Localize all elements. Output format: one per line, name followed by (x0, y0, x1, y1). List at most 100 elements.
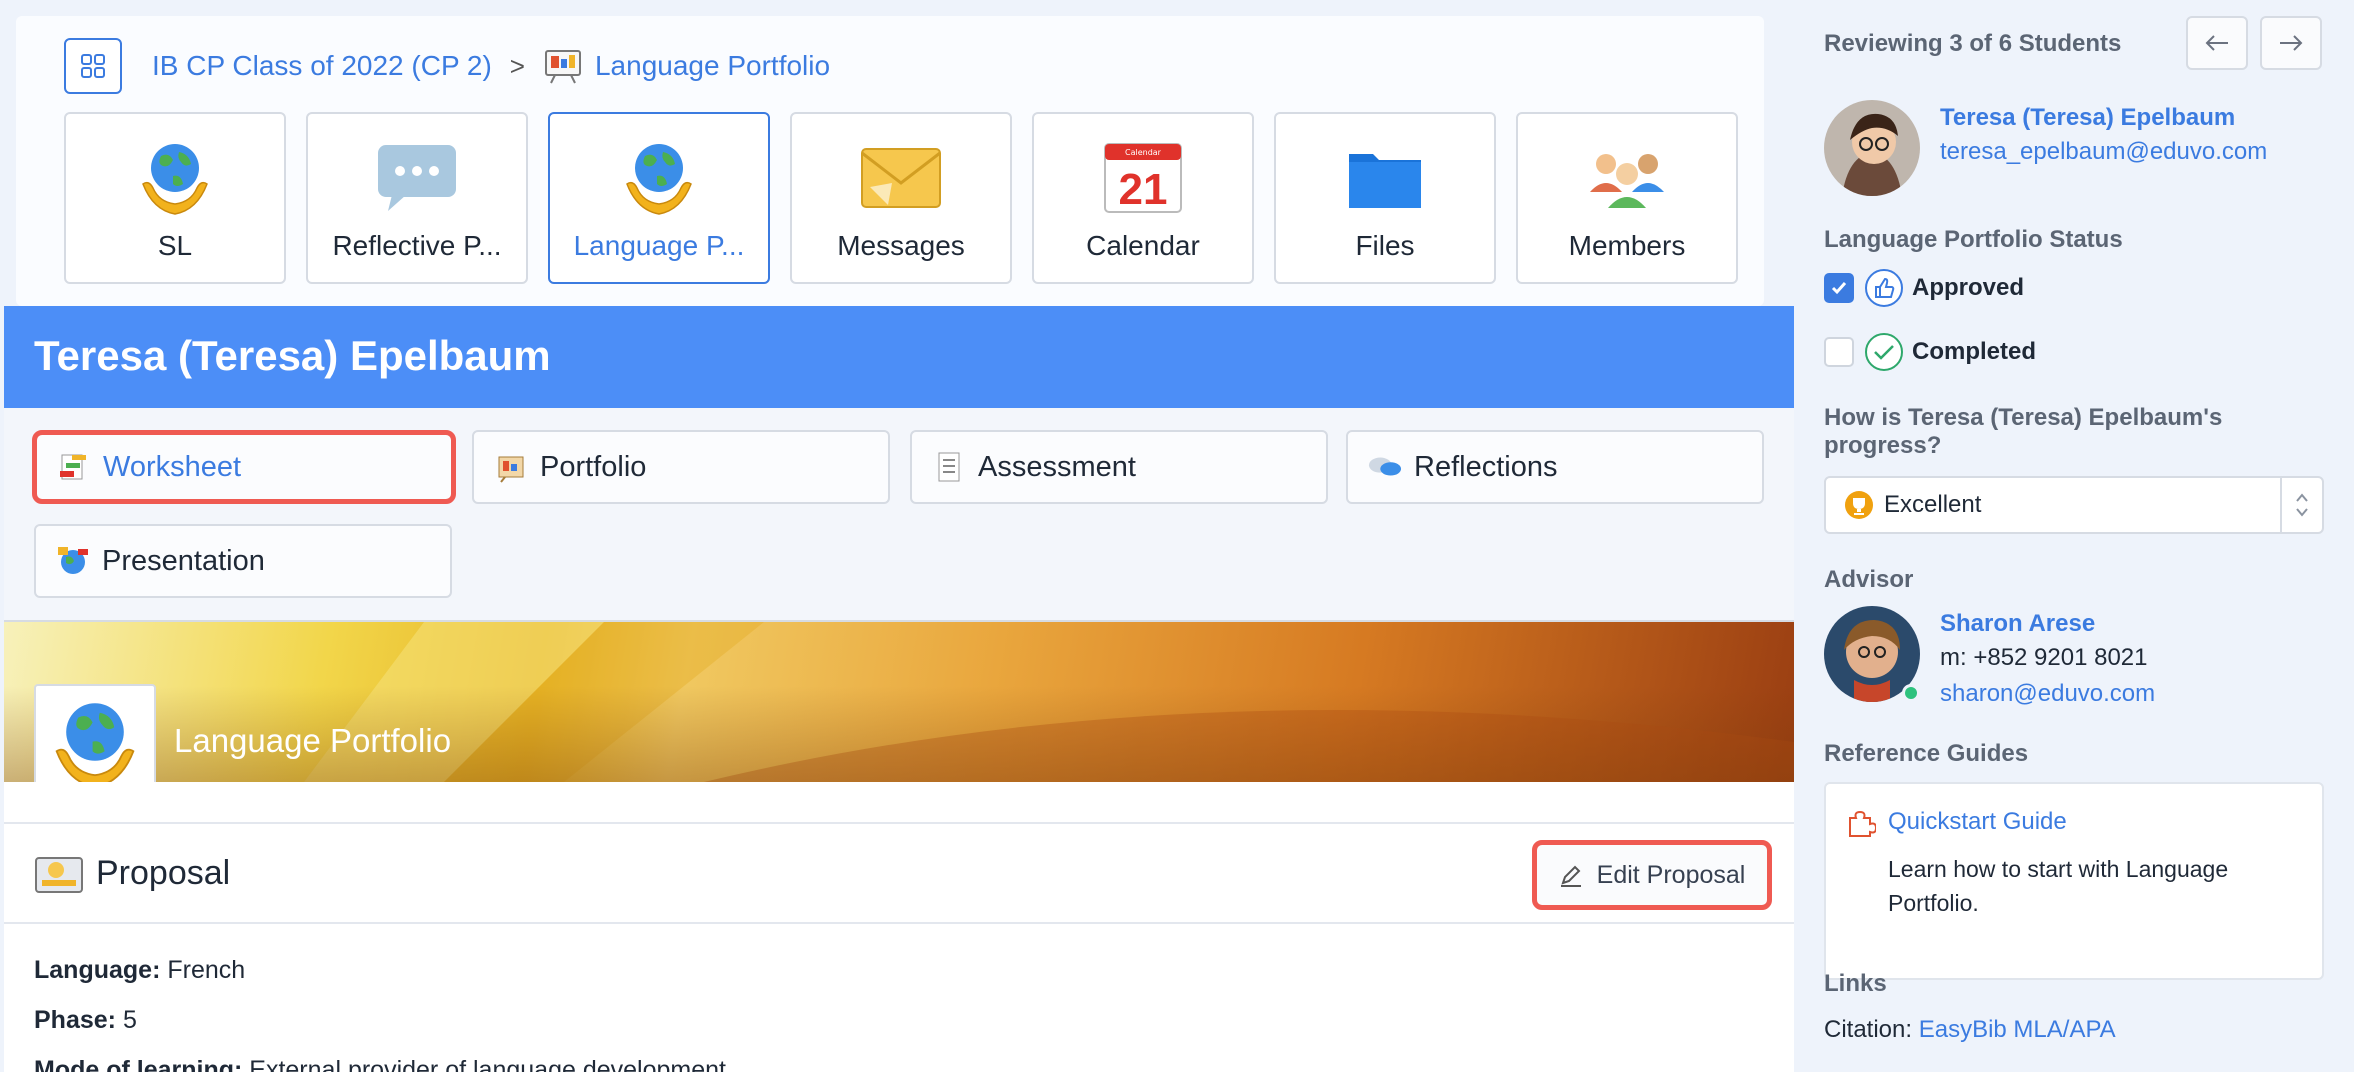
app-tile-label: Language P... (573, 230, 745, 261)
presentation-icon (56, 544, 90, 578)
thumbs-up-icon (1864, 268, 1904, 308)
advisor-heading: Advisor (1824, 566, 1914, 593)
arrow-left-icon (2205, 35, 2228, 51)
edit-proposal-button[interactable]: Edit Proposal (1532, 840, 1772, 910)
puzzle-piece-icon (1846, 808, 1878, 843)
status-approved: Approved (1824, 268, 2024, 308)
field-value: French (167, 956, 246, 984)
edit-proposal-label: Edit Proposal (1596, 860, 1746, 889)
approved-label: Approved (1912, 274, 2025, 301)
field-label: Phase: (34, 1006, 116, 1034)
guides-heading: Reference Guides (1824, 740, 2029, 767)
links-heading: Links (1824, 970, 1887, 997)
app-tile-members[interactable]: Members (1516, 112, 1738, 284)
field-value: External provider of language developmen… (249, 1056, 726, 1072)
proposal-icon (34, 852, 84, 896)
proposal-title: Proposal (96, 854, 231, 892)
tab-assessment[interactable]: Assessment (910, 430, 1328, 504)
next-student-button[interactable] (2260, 16, 2322, 70)
tab-label: Reflections (1414, 450, 1558, 483)
student-avatar (1824, 100, 1920, 196)
breadcrumb-class-link[interactable]: IB CP Class of 2022 (CP 2) (152, 50, 492, 82)
envelope-icon (859, 136, 943, 220)
breadcrumb: IB CP Class of 2022 (CP 2) > Language Po… (64, 38, 830, 94)
globe-hands-icon (55, 703, 135, 789)
speech-bubble-icon (375, 136, 459, 220)
breadcrumb-separator: > (509, 50, 525, 81)
tab-presentation[interactable]: Presentation (34, 524, 452, 598)
online-status-dot (1902, 684, 1920, 702)
calendar-day-text: 21 (1119, 165, 1168, 214)
tab-portfolio[interactable]: Portfolio (472, 430, 890, 504)
breadcrumb-current[interactable]: Language Portfolio (595, 50, 830, 82)
advisor-email-link[interactable]: sharon@eduvo.com (1940, 680, 2155, 708)
grid-icon (81, 54, 105, 78)
tab-worksheet[interactable]: Worksheet (32, 430, 456, 504)
folder-icon (1343, 136, 1427, 220)
advisor-phone: m: +852 9201 8021 (1940, 644, 2148, 671)
app-tile-reflective-project[interactable]: Reflective P... (306, 112, 528, 284)
tab-label: Worksheet (103, 450, 242, 483)
arrow-right-icon (2280, 35, 2303, 51)
approved-checkbox[interactable] (1824, 273, 1854, 303)
quickstart-guide-description: Learn how to start with Language Portfol… (1888, 856, 2229, 916)
citation-link[interactable]: EasyBib MLA/APA (1919, 1016, 2116, 1043)
proposal-field-phase: Phase: 5 (34, 1006, 137, 1035)
portfolio-easel-icon (543, 48, 583, 84)
language-portfolio-banner: Language Portfolio (4, 622, 1794, 782)
select-arrows-icon (2280, 478, 2322, 532)
citation-label: Citation: (1824, 1016, 1913, 1043)
app-tile-label: Reflective P... (332, 230, 502, 261)
calendar-header-text: Calendar (1125, 148, 1162, 157)
student-email-link[interactable]: teresa_epelbaum@eduvo.com (1940, 138, 2267, 166)
course-header-card: IB CP Class of 2022 (CP 2) > Language Po… (16, 16, 1764, 306)
app-tile-language-portfolio[interactable]: Language P... (548, 112, 770, 284)
completed-checkbox[interactable] (1824, 337, 1854, 367)
status-completed: Completed (1824, 332, 2036, 372)
app-tile-label: Files (1355, 230, 1415, 261)
proposal-header: Proposal Edit Proposal (4, 822, 1794, 924)
field-label: Mode of learning: (34, 1056, 243, 1072)
worksheet-icon (57, 450, 91, 484)
app-tile-sl[interactable]: SL (64, 112, 286, 284)
student-name-link[interactable]: Teresa (Teresa) Epelbaum (1940, 104, 2235, 132)
quickstart-guide-card: Quickstart Guide Learn how to start with… (1824, 782, 2324, 980)
tab-label: Assessment (978, 450, 1136, 483)
people-icon (1585, 136, 1669, 220)
tab-reflections[interactable]: Reflections (1346, 430, 1764, 504)
proposal-section: Proposal Edit Proposal Language: French … (4, 782, 1794, 1072)
review-sidebar: Reviewing 3 of 6 Students Teresa (Teresa… (1794, 0, 2354, 1072)
student-header-bar: Teresa (Teresa) Epelbaum (4, 306, 1794, 408)
portfolio-icon (494, 450, 528, 484)
assessment-icon (932, 450, 966, 484)
completed-label: Completed (1912, 338, 2037, 365)
app-grid-button[interactable] (64, 38, 122, 94)
tab-label: Portfolio (540, 450, 647, 483)
proposal-field-mode: Mode of learning: External provider of l… (34, 1056, 726, 1072)
app-tile-files[interactable]: Files (1274, 112, 1496, 284)
app-tile-label: SL (157, 230, 193, 261)
app-tile-bar: SL Reflective P... Language P... Message… (64, 112, 1738, 284)
globe-hands-icon (133, 136, 217, 220)
status-heading: Language Portfolio Status (1824, 226, 2123, 253)
check-circle-icon (1864, 332, 1904, 372)
advisor-name-link[interactable]: Sharon Arese (1940, 610, 2095, 638)
globe-hands-icon (617, 136, 701, 220)
calendar-icon: Calendar 21 (1101, 136, 1185, 220)
reflections-icon (1368, 450, 1402, 484)
app-tile-label: Members (1568, 230, 1686, 261)
check-icon (1831, 282, 1847, 295)
reviewing-count: Reviewing 3 of 6 Students (1824, 30, 2122, 57)
previous-student-button[interactable] (2186, 16, 2248, 70)
app-tile-calendar[interactable]: Calendar 21 Calendar (1032, 112, 1254, 284)
proposal-field-language: Language: French (34, 956, 245, 985)
progress-select[interactable]: Excellent (1824, 476, 2324, 534)
app-tile-label: Calendar (1086, 230, 1200, 261)
student-name-heading: Teresa (Teresa) Epelbaum (34, 332, 551, 379)
field-label: Language: (34, 956, 161, 984)
field-value: 5 (122, 1006, 137, 1034)
app-tile-messages[interactable]: Messages (790, 112, 1012, 284)
progress-value: Excellent (1884, 491, 1982, 518)
pencil-icon (1559, 863, 1583, 887)
quickstart-guide-link[interactable]: Quickstart Guide (1888, 808, 2067, 836)
